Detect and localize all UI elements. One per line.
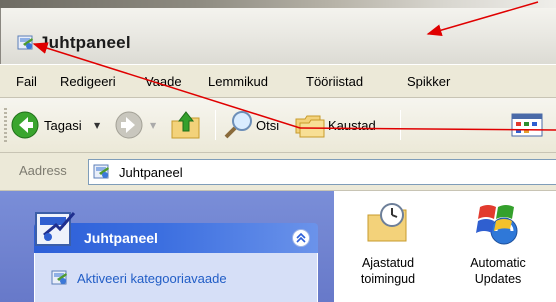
forward-dropdown-icon[interactable]: ▼ — [150, 121, 156, 130]
category-view-link[interactable]: Aktiveeri kategooriavaade — [77, 271, 227, 286]
list-item[interactable]: Automatic Updates — [448, 199, 548, 287]
menu-item-edit[interactable]: Redigeeri — [60, 74, 116, 89]
search-button-label[interactable]: Otsi — [256, 118, 279, 133]
chevron-up-icon — [296, 233, 306, 243]
control-panel-icon — [93, 164, 109, 179]
title-bar[interactable]: Juhtpaneel — [0, 8, 556, 64]
item-label-line2: toimingud — [360, 272, 416, 286]
toolbar-separator — [215, 110, 216, 140]
collapse-button[interactable] — [292, 229, 310, 247]
back-arrow-icon[interactable] — [10, 109, 40, 141]
folders-button-label[interactable]: Kaustad — [328, 118, 376, 133]
toolbar: Tagasi ▼ ▼ Otsi Kaustad — [0, 98, 556, 153]
views-icon[interactable] — [510, 109, 544, 141]
control-panel-icon — [51, 270, 67, 285]
back-dropdown-icon[interactable]: ▼ — [94, 121, 100, 130]
panel-title: Juhtpaneel — [84, 230, 158, 246]
menu-item-view[interactable]: Vaade — [145, 74, 182, 89]
control-panel-icon — [17, 35, 33, 50]
forward-arrow-icon[interactable] — [114, 109, 144, 141]
toolbar-grip[interactable] — [4, 108, 7, 144]
folder-up-icon[interactable] — [170, 109, 202, 141]
panel-body: Aktiveeri kategooriavaade — [34, 253, 318, 302]
content-area: Ajastatud toimingud Automatic Updates — [334, 191, 556, 302]
list-item[interactable]: Ajastatud toimingud — [338, 199, 438, 287]
menu-item-tools[interactable]: Tööriistad — [306, 74, 363, 89]
back-button-label[interactable]: Tagasi — [44, 118, 82, 133]
automatic-updates-icon — [476, 205, 518, 245]
address-bar: Aadress Juhtpaneel — [0, 153, 556, 191]
menu-item-favorites[interactable]: Lemmikud — [208, 74, 268, 89]
menu-item-file[interactable]: Fail — [16, 74, 37, 89]
item-label-line2: Updates — [474, 272, 522, 286]
control-panel-large-icon — [35, 212, 76, 246]
menu-bar: Fail Redigeeri Vaade Lemmikud Tööriistad… — [0, 64, 556, 98]
folders-icon[interactable] — [292, 109, 326, 141]
search-icon[interactable] — [222, 109, 256, 141]
address-field[interactable]: Juhtpaneel — [88, 159, 556, 185]
address-label: Aadress — [19, 163, 67, 178]
task-pane: Juhtpaneel Aktiveeri kategooriavaade — [0, 191, 334, 302]
toolbar-separator — [400, 110, 401, 140]
menu-item-help[interactable]: Spikker — [407, 74, 450, 89]
scheduled-tasks-icon — [367, 203, 407, 242]
item-label-line1: Ajastatud — [361, 256, 415, 270]
desktop-strip — [0, 0, 556, 8]
item-label-line1: Automatic — [470, 256, 526, 270]
address-value[interactable]: Juhtpaneel — [119, 165, 183, 180]
window-title: Juhtpaneel — [39, 33, 131, 52]
explorer-window: Juhtpaneel Fail Redigeeri Vaade Lemmikud… — [0, 0, 556, 302]
